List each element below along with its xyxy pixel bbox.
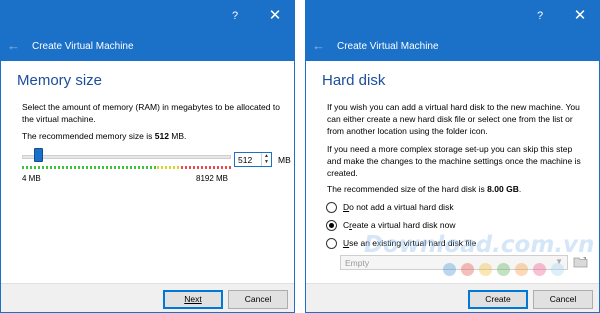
recommended-prefix: The recommended memory size is xyxy=(22,131,155,141)
wizard-header: ← Create Virtual Machine xyxy=(1,31,294,61)
title-bar: ? ✕ xyxy=(1,1,294,31)
spin-arrows[interactable]: ▲ ▼ xyxy=(261,153,271,166)
description-text: Select the amount of memory (RAM) in meg… xyxy=(22,101,280,125)
intro-paragraph: If you wish you can add a virtual hard d… xyxy=(327,101,580,137)
recommended-suffix: MB. xyxy=(168,131,187,141)
watermark-dot xyxy=(461,263,474,276)
watermark-dot xyxy=(497,263,510,276)
wizard-title: Create Virtual Machine xyxy=(32,41,134,52)
intro-line: can either create a new hard disk file o… xyxy=(327,114,573,124)
storage-line: and make the changes to the machine sett… xyxy=(327,156,581,166)
select-value: Empty xyxy=(345,258,370,268)
memory-slider-thumb[interactable] xyxy=(33,148,43,162)
label-text: o not add a virtual hard disk xyxy=(349,202,454,212)
page-title: Hard disk xyxy=(322,72,386,89)
radio-label[interactable]: Create a virtual hard disk now xyxy=(343,220,455,230)
wizard-title: Create Virtual Machine xyxy=(337,41,439,52)
memory-spinbox[interactable]: 512 ▲ ▼ xyxy=(234,152,272,167)
watermark-dot xyxy=(551,263,564,276)
intro-line: from another location using the folder i… xyxy=(327,126,488,136)
watermark-dot xyxy=(479,263,492,276)
back-arrow-icon[interactable]: ← xyxy=(7,39,20,52)
storage-line: If you need a more complex storage set-u… xyxy=(327,144,573,154)
memory-unit-label: MB xyxy=(278,155,291,165)
recommended-suffix: . xyxy=(518,184,522,194)
watermark-dot xyxy=(443,263,456,276)
spin-down-icon[interactable]: ▼ xyxy=(262,159,271,165)
watermark-dot xyxy=(533,263,546,276)
cancel-button[interactable]: Cancel xyxy=(533,290,593,309)
watermark-dots xyxy=(443,263,573,277)
watermark-text: Download.com.vn xyxy=(364,232,595,258)
radio-label[interactable]: Do not add a virtual hard disk xyxy=(343,202,454,212)
radio-button[interactable] xyxy=(326,238,337,249)
button-bar: Create Cancel xyxy=(306,283,599,312)
recommended-value: 512 xyxy=(154,131,169,141)
recommended-memory-text: The recommended memory size is 512 MB. xyxy=(22,130,186,142)
radio-button[interactable] xyxy=(326,220,337,231)
page-title: Memory size xyxy=(17,72,103,89)
cancel-button[interactable]: Cancel xyxy=(228,290,288,309)
watermark-dot xyxy=(515,263,528,276)
storage-line: created. xyxy=(327,168,358,178)
slider-max-label: 8192 MB xyxy=(196,174,229,183)
help-button[interactable]: ? xyxy=(220,1,250,31)
title-bar: ? ✕ xyxy=(306,1,599,31)
memory-slider-track[interactable] xyxy=(22,155,231,159)
next-label: Next xyxy=(184,294,202,304)
description-line: Select the amount of memory (RAM) in meg… xyxy=(22,102,280,112)
radio-button[interactable] xyxy=(326,202,337,213)
slider-ticks-safe xyxy=(22,166,157,169)
label-text: eate a virtual hard disk now xyxy=(351,220,456,230)
wizard-header: ← Create Virtual Machine xyxy=(306,31,599,61)
recommended-value: 8.00 GB xyxy=(487,184,519,194)
close-button[interactable]: ✕ xyxy=(260,1,290,31)
slider-ticks-danger xyxy=(181,166,231,169)
wizard-content: Memory size Select the amount of memory … xyxy=(1,61,294,285)
button-bar: Next Cancel xyxy=(1,283,294,312)
description-line: the virtual machine. xyxy=(22,114,96,124)
memory-size-dialog: ? ✕ ← Create Virtual Machine Memory size… xyxy=(0,0,295,313)
storage-paragraph: If you need a more complex storage set-u… xyxy=(327,143,581,179)
recommended-prefix: The recommended size of the hard disk is xyxy=(327,184,488,194)
help-button[interactable]: ? xyxy=(525,1,555,31)
back-arrow-icon[interactable]: ← xyxy=(312,39,325,52)
memory-value[interactable]: 512 xyxy=(238,155,252,165)
intro-line: If you wish you can add a virtual hard d… xyxy=(327,102,580,112)
slider-min-label: 4 MB xyxy=(22,174,41,183)
create-button[interactable]: Create xyxy=(468,290,528,309)
close-button[interactable]: ✕ xyxy=(565,1,595,31)
slider-ticks-warning xyxy=(157,166,181,169)
next-button[interactable]: Next xyxy=(163,290,223,309)
recommended-disk-text: The recommended size of the hard disk is… xyxy=(327,183,521,195)
